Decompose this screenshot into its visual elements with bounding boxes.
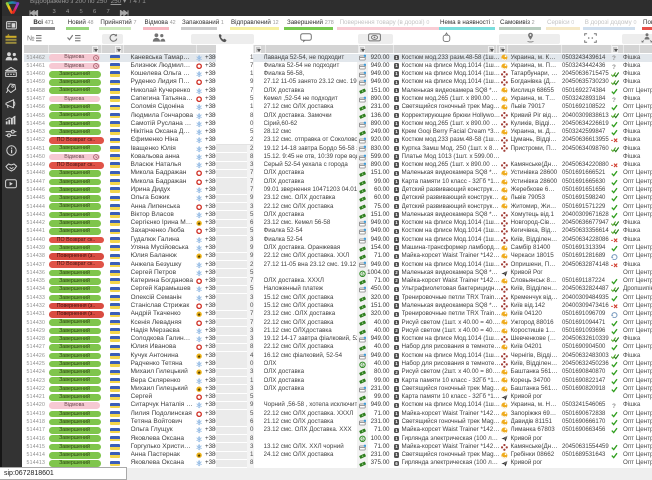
svg-text:?: ? (612, 403, 616, 409)
svg-text:?: ? (612, 63, 616, 69)
svg-text:?: ? (612, 55, 616, 61)
svg-text:?: ? (612, 97, 616, 103)
